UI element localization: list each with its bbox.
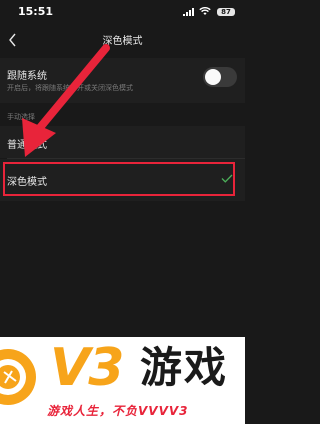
v3-logo-icon xyxy=(0,349,36,405)
arrow-pointer-icon xyxy=(22,44,110,157)
banner-slogan: 游戏人生，不负VVVV3 xyxy=(47,404,189,418)
banner-logo-text: V3 xyxy=(50,338,124,398)
banner-game-text: 游戏 xyxy=(140,343,229,392)
